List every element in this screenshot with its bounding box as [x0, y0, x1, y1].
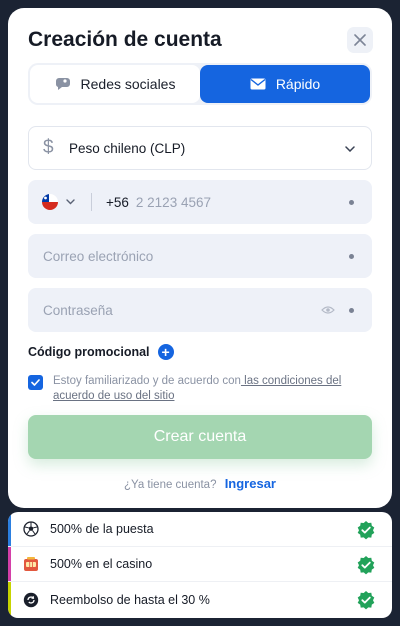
currency-value: Peso chileno (CLP) — [69, 140, 186, 156]
password-field[interactable]: Contraseña — [28, 288, 372, 332]
close-icon — [354, 34, 366, 46]
promo-code-toggle[interactable]: Código promocional + — [28, 344, 174, 360]
email-placeholder: Correo electrónico — [43, 248, 154, 264]
required-dot — [349, 200, 354, 205]
tab-quick[interactable]: Rápido — [200, 65, 370, 103]
terms-text: Estoy familiarizado y de acuerdo con las… — [53, 374, 372, 404]
verified-check-icon — [357, 556, 375, 575]
envelope-icon — [250, 78, 266, 90]
bonus-item: 500% de la puesta — [8, 512, 392, 547]
login-question: ¿Ya tiene cuenta? — [123, 479, 217, 491]
close-button[interactable] — [347, 27, 373, 53]
bonus-accent-bar — [8, 547, 11, 581]
bonus-label: 500% en el casino — [50, 557, 153, 571]
chevron-down-icon — [66, 199, 75, 205]
phone-field[interactable]: +56 2 2123 4567 — [28, 180, 372, 224]
login-prompt: ¿Ya tiene cuenta? Ingresar — [8, 476, 392, 491]
bonus-item: 500% en el casino — [8, 547, 392, 582]
phone-placeholder: 2 2123 4567 — [135, 194, 211, 210]
bonus-list: 500% de la puesta 500% en el casino Reem… — [8, 512, 392, 618]
tab-social[interactable]: Redes sociales — [30, 65, 200, 103]
chile-flag-icon — [42, 194, 58, 210]
currency-select[interactable]: $ Peso chileno (CLP) — [28, 126, 372, 170]
registration-tabs: Redes sociales Rápido — [28, 63, 372, 105]
required-dot — [349, 308, 354, 313]
plus-icon: + — [157, 344, 174, 360]
slot-machine-icon — [22, 555, 40, 573]
terms-statement: Estoy familiarizado y de acuerdo con — [53, 375, 241, 387]
tab-quick-label: Rápido — [275, 76, 321, 92]
tab-social-label: Redes sociales — [80, 76, 176, 92]
bonus-item: Reembolso de hasta el 30 % — [8, 582, 392, 617]
chat-bubble-icon — [55, 78, 70, 90]
chevron-down-icon — [345, 146, 355, 152]
field-divider — [91, 193, 92, 211]
bonus-accent-bar — [8, 582, 11, 617]
email-field[interactable]: Correo electrónico — [28, 234, 372, 278]
password-placeholder: Contraseña — [43, 302, 113, 318]
login-link[interactable]: Ingresar — [225, 476, 276, 491]
phone-country-code: +56 — [106, 194, 129, 210]
cashback-icon — [22, 591, 40, 609]
terms-agreement: Estoy familiarizado y de acuerdo con las… — [28, 374, 372, 404]
registration-card: Creación de cuenta Redes sociales Rápido… — [8, 8, 392, 508]
create-account-button[interactable]: Crear cuenta — [28, 415, 372, 459]
soccer-ball-icon — [22, 520, 40, 538]
terms-checkbox[interactable] — [28, 375, 43, 390]
bonus-accent-bar — [8, 512, 11, 546]
checkmark-icon — [31, 379, 40, 386]
dollar-icon: $ — [43, 137, 54, 158]
page-title: Creación de cuenta — [28, 28, 222, 51]
verified-check-icon — [357, 521, 375, 540]
required-dot — [349, 254, 354, 259]
eye-icon[interactable] — [321, 305, 335, 315]
verified-check-icon — [357, 591, 375, 610]
promo-code-label: Código promocional — [28, 345, 150, 359]
bonus-label: 500% de la puesta — [50, 522, 154, 536]
country-selector[interactable] — [42, 194, 75, 210]
bonus-label: Reembolso de hasta el 30 % — [50, 592, 210, 607]
